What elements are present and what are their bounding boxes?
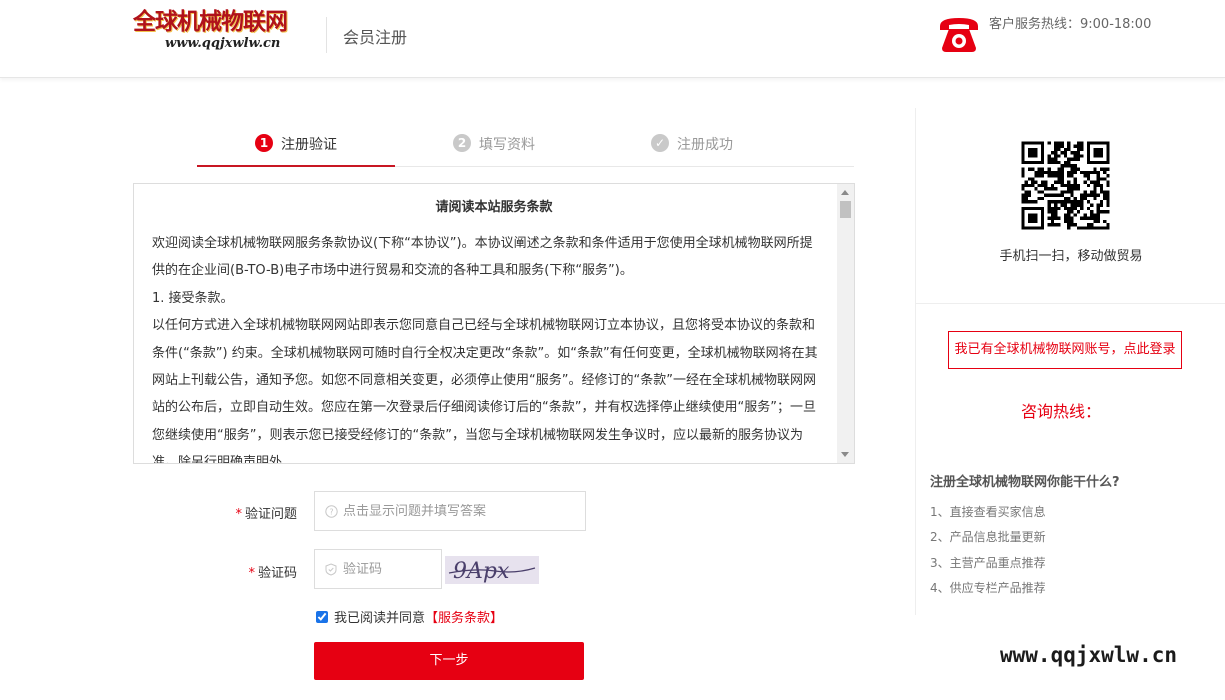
watermark-text: www.qqjxwlw.cn [1000, 643, 1178, 667]
logo-url: www.qqjxwlw.cn [165, 36, 281, 51]
question-field[interactable]: ? [314, 491, 586, 531]
login-link-button[interactable]: 我已有全球机械物联网账号，点此登录 [948, 331, 1182, 369]
site-header: 全球机械物联网 www.qqjxwlw.cn 会员注册 客户服务热线：9:00-… [0, 0, 1225, 78]
question-input[interactable] [343, 503, 543, 519]
step-label: 注册成功 [677, 137, 733, 153]
scroll-up-arrow-icon[interactable] [841, 190, 849, 195]
scroll-down-arrow-icon[interactable] [841, 452, 849, 457]
agree-text: 我已阅读并同意 [334, 611, 426, 626]
terms-of-service-box[interactable]: 请阅读本站服务条款 欢迎阅读全球机械物联网服务条款协议(下称“本协议”)。本协议… [133, 183, 855, 464]
step-success: ✓ 注册成功 [593, 130, 791, 167]
side-panel: 手机扫一扫，移动做贸易 我已有全球机械物联网账号，点此登录 咨询热线： 注册全球… [915, 108, 1225, 615]
captcha-image[interactable]: 9Apx [445, 556, 539, 584]
captcha-field[interactable] [314, 549, 442, 589]
scroll-thumb[interactable] [840, 201, 851, 218]
shield-icon [324, 562, 338, 576]
side-divider [916, 303, 1225, 304]
captcha-input[interactable] [343, 561, 433, 577]
agree-terms: 我已阅读并同意 【服务条款】 [316, 607, 503, 626]
list-item: 1、直接查看买家信息 [930, 505, 1046, 519]
qr-code [1018, 138, 1113, 233]
step-label: 注册验证 [281, 137, 337, 153]
question-label-text: 验证问题 [244, 507, 297, 522]
terms-scrollbar[interactable] [837, 184, 854, 463]
check-icon: ✓ [651, 134, 669, 152]
terms-link[interactable]: 【服务条款】 [425, 607, 503, 626]
consult-hotline: 咨询热线： [1020, 402, 1101, 421]
site-logo[interactable]: 全球机械物联网 www.qqjxwlw.cn [133, 8, 313, 58]
captcha-label: * 验证码 [248, 566, 297, 581]
question-icon: ? [324, 504, 338, 518]
step-number: 2 [453, 134, 471, 152]
next-step-button[interactable]: 下一步 [314, 642, 584, 680]
step-label: 填写资料 [479, 137, 535, 153]
list-item: 2、产品信息批量更新 [930, 530, 1046, 545]
step-number: 1 [255, 134, 273, 152]
benefits-list: 1、直接查看买家信息 2、产品信息批量更新 3、主营产品重点推荐 4、供应专栏产… [930, 500, 1046, 601]
svg-text:?: ? [329, 507, 333, 516]
step-fill-info: 2 填写资料 [395, 130, 593, 167]
question-label: * 验证问题 [235, 507, 297, 522]
phone-icon [940, 18, 978, 52]
terms-title: 请阅读本站服务条款 [435, 200, 553, 215]
list-item: 4、供应专栏产品推荐 [930, 580, 1046, 595]
benefits-title: 注册全球机械物联网你能干什么? [930, 475, 1120, 490]
list-item: 3、主营产品重点推荐 [930, 555, 1046, 570]
qr-caption: 手机扫一扫，移动做贸易 [999, 249, 1143, 264]
terms-text: 欢迎阅读全球机械物联网服务条款协议(下称“本协议”)。本协议阐述之条款和条件适用… [152, 236, 818, 464]
hotline-text: 客户服务热线：9:00-18:00 [989, 17, 1152, 32]
registration-steps: 1 注册验证 2 填写资料 ✓ 注册成功 [197, 130, 854, 167]
captcha-label-text: 验证码 [257, 566, 297, 581]
page-title: 会员注册 [343, 28, 408, 47]
header-divider [326, 17, 327, 53]
agree-checkbox[interactable] [316, 610, 328, 623]
logo-text: 全球机械物联网 [133, 8, 288, 35]
step-verify: 1 注册验证 [197, 130, 395, 167]
